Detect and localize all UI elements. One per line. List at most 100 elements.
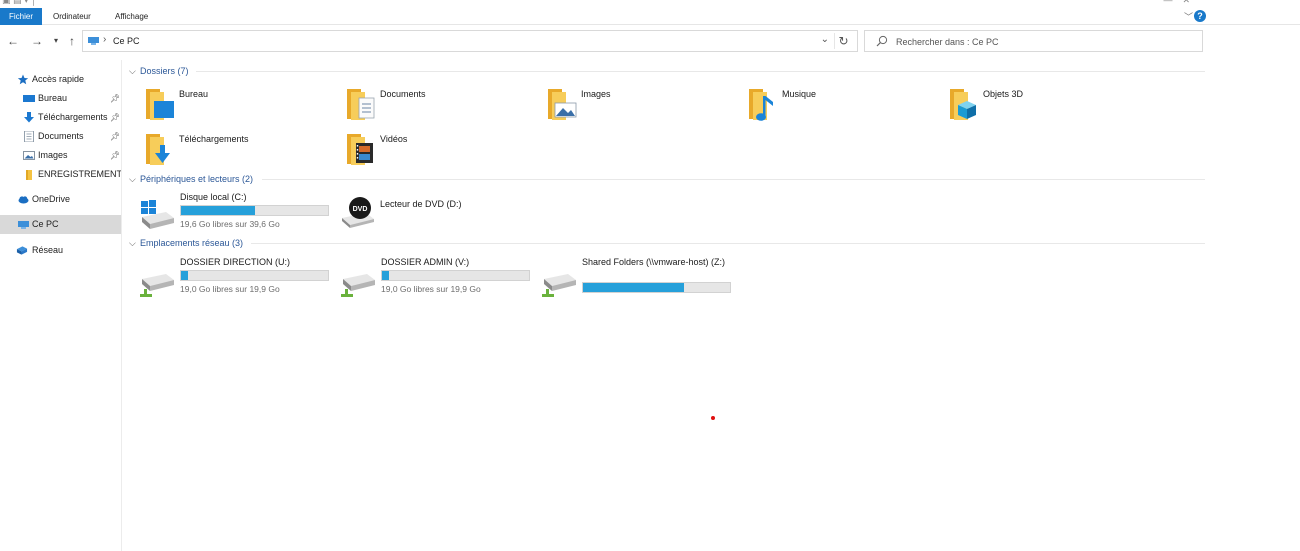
folder-item-images[interactable]: Images [545, 87, 735, 127]
drive-usage-fill [382, 271, 389, 280]
drive-name: Disque local (C:) [180, 192, 247, 202]
drive-item-local-c[interactable]: Disque local (C:) 19,6 Go libres sur 39,… [140, 192, 335, 232]
pin-icon[interactable]: 📌︎ [110, 146, 120, 165]
refresh-button[interactable]: ↻ [834, 33, 852, 49]
network-drive-icon [140, 274, 174, 297]
drive-name: DOSSIER ADMIN (V:) [381, 257, 470, 267]
drive-free-space: 19,6 Go libres sur 39,6 Go [180, 219, 280, 229]
download-icon [24, 112, 34, 123]
images-icon [23, 151, 35, 160]
network-drive-icon [341, 274, 375, 297]
address-dropdown-icon[interactable]: ⌄ [821, 34, 829, 45]
sidebar-item-label: Images [38, 150, 68, 160]
drive-usage-fill [181, 206, 256, 215]
quick-access-toolbar[interactable]: ▣ ▤ ▾ │ [2, 0, 37, 6]
network-icon [16, 246, 28, 255]
star-icon [17, 74, 29, 85]
sidebar-item-enregistrement[interactable]: ENREGISTREMENT C [0, 165, 121, 184]
tab-view[interactable]: Affichage [109, 8, 154, 25]
drive-usage-fill [583, 283, 685, 292]
group-header-network[interactable]: ⌵ Emplacements réseau (3) [129, 236, 243, 250]
sidebar-item-label: ENREGISTREMENT C [38, 169, 121, 179]
sidebar-item-label: Bureau [38, 93, 68, 103]
drive-usage-fill [181, 271, 188, 280]
navigation-pane: Accès rapide Bureau 📌︎ Téléchargements 📌… [0, 60, 122, 551]
pin-icon[interactable]: 📌︎ [110, 89, 120, 108]
chevron-down-icon: ⌵ [129, 66, 136, 76]
sidebar-item-quick-access[interactable]: Accès rapide [0, 70, 121, 89]
search-icon [876, 35, 888, 47]
group-title: Périphériques et lecteurs (2) [140, 174, 254, 184]
group-title: Dossiers (7) [140, 66, 189, 76]
group-title: Emplacements réseau (3) [140, 238, 244, 248]
tab-computer[interactable]: Ordinateur [47, 8, 97, 25]
recent-locations-button[interactable]: ▾ [49, 33, 63, 49]
objects3d-folder-icon [950, 89, 976, 120]
folder-item-documents[interactable]: Documents [344, 87, 534, 127]
item-name: Musique [782, 89, 817, 99]
sidebar-item-this-pc[interactable]: Ce PC [0, 215, 121, 234]
sidebar-item-documents[interactable]: Documents 📌︎ [0, 127, 121, 146]
breadcrumb-separator-icon: › [103, 34, 107, 45]
sidebar-item-images[interactable]: Images 📌︎ [0, 146, 121, 165]
network-drive-u[interactable]: DOSSIER DIRECTION (U:) 19,0 Go libres su… [140, 257, 335, 297]
group-divider [196, 71, 1205, 72]
drive-name: Lecteur de DVD (D:) [380, 199, 462, 209]
desktop-icon [23, 95, 35, 102]
folder-item-3d-objects[interactable]: Objets 3D [947, 87, 1137, 127]
sidebar-item-network[interactable]: Réseau [0, 241, 121, 260]
folder-item-desktop[interactable]: Bureau [143, 87, 333, 127]
search-box[interactable] [864, 30, 1203, 52]
local-disk-icon [141, 200, 174, 229]
address-bar[interactable]: › Ce PC ⌄ ↻ [82, 30, 858, 52]
drive-free-space: 19,0 Go libres sur 19,9 Go [180, 284, 280, 294]
sidebar-item-downloads[interactable]: Téléchargements 📌︎ [0, 108, 121, 127]
item-name: Vidéos [380, 134, 408, 144]
sidebar-item-label: Réseau [32, 245, 64, 255]
group-header-folders[interactable]: ⌵ Dossiers (7) [129, 64, 189, 78]
back-button[interactable]: ← [6, 33, 20, 49]
downloads-folder-icon [146, 134, 170, 165]
sidebar-item-label: OneDrive [32, 194, 71, 204]
folder-item-downloads[interactable]: Téléchargements [143, 132, 333, 172]
desktop-folder-icon [146, 89, 174, 120]
group-divider [262, 179, 1205, 180]
sidebar-item-label: Accès rapide [32, 74, 85, 84]
sidebar-item-onedrive[interactable]: OneDrive [0, 190, 121, 209]
help-icon[interactable]: ? [1194, 10, 1206, 22]
documents-icon [24, 131, 34, 142]
title-bar: ▣ ▤ ▾ │ — ✕ [0, 0, 1300, 6]
forward-button[interactable]: → [30, 33, 44, 49]
tab-file[interactable]: Fichier [0, 8, 42, 25]
group-header-devices[interactable]: ⌵ Périphériques et lecteurs (2) [129, 172, 253, 186]
sidebar-item-label: Documents [38, 131, 84, 141]
images-folder-icon [548, 89, 577, 120]
folder-item-music[interactable]: Musique [746, 87, 936, 127]
chevron-down-icon: ⌵ [129, 238, 136, 248]
up-button[interactable]: ↑ [65, 33, 79, 49]
drive-usage-bar [180, 205, 329, 216]
network-drive-v[interactable]: DOSSIER ADMIN (V:) 19,0 Go libres sur 19… [341, 257, 536, 297]
sidebar-item-desktop[interactable]: Bureau 📌︎ [0, 89, 121, 108]
computer-icon [88, 37, 99, 45]
expand-ribbon-icon[interactable]: ﹀ [1184, 10, 1193, 23]
item-name: Téléchargements [179, 134, 249, 144]
search-input[interactable] [896, 35, 1196, 48]
group-divider [251, 243, 1205, 244]
pin-icon[interactable]: 📌︎ [110, 108, 120, 127]
drive-free-space: 19,0 Go libres sur 19,9 Go [381, 284, 481, 294]
item-name: Documents [380, 89, 426, 99]
window-controls[interactable]: — ✕ [1163, 0, 1190, 6]
item-name: Objets 3D [983, 89, 1024, 99]
network-drive-z[interactable]: Shared Folders (\\vmware-host) (Z:) [542, 257, 737, 297]
sidebar-item-label: Téléchargements [38, 112, 108, 122]
drive-item-dvd-d[interactable]: DVD Lecteur de DVD (D:) [340, 196, 535, 236]
chevron-down-icon: ⌵ [129, 174, 136, 184]
dvd-drive-icon: DVD [342, 197, 374, 228]
videos-folder-icon [347, 134, 373, 165]
pin-icon[interactable]: 📌︎ [110, 127, 120, 146]
network-drive-icon [542, 274, 576, 297]
folder-item-videos[interactable]: Vidéos [344, 132, 534, 172]
breadcrumb-location[interactable]: Ce PC [113, 36, 140, 46]
music-folder-icon [749, 89, 773, 121]
